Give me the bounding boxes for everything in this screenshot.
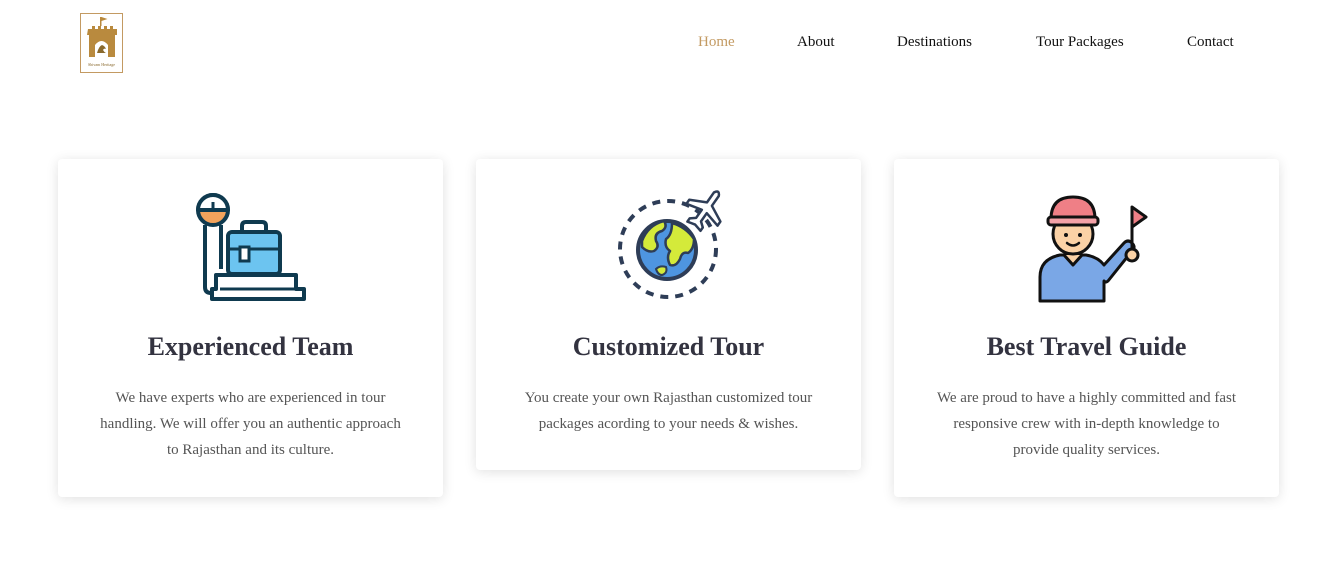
nav-destinations[interactable]: Destinations — [897, 34, 972, 51]
feature-description: We are proud to have a highly committed … — [936, 390, 1237, 458]
svg-text:Shivam Heritage: Shivam Heritage — [88, 62, 115, 67]
page: Shivam Heritage Home About Destinations … — [0, 0, 1340, 571]
nav-home[interactable]: Home — [698, 34, 735, 51]
feature-card-customized-tour: Customized Tour You create your own Raja… — [476, 159, 861, 470]
globe-airplane-icon — [606, 189, 731, 304]
feature-title: Experienced Team — [147, 332, 354, 361]
feature-title: Customized Tour — [572, 332, 765, 361]
main-nav: Home About Destinations Tour Packages Co… — [0, 34, 1340, 54]
feature-title: Best Travel Guide — [986, 332, 1187, 361]
feature-description: You create your own Rajasthan customized… — [524, 390, 813, 432]
nav-contact[interactable]: Contact — [1187, 34, 1234, 51]
feature-description: We have experts who are experienced in t… — [100, 390, 401, 458]
tour-guide-flag-icon — [1024, 189, 1149, 304]
feature-card-best-travel-guide: Best Travel Guide We are proud to have a… — [894, 159, 1279, 497]
feature-card-experienced-team: Experienced Team We have experts who are… — [58, 159, 443, 497]
luggage-scale-icon — [188, 189, 313, 304]
nav-tour-packages[interactable]: Tour Packages — [1036, 34, 1124, 51]
nav-about[interactable]: About — [797, 34, 835, 51]
